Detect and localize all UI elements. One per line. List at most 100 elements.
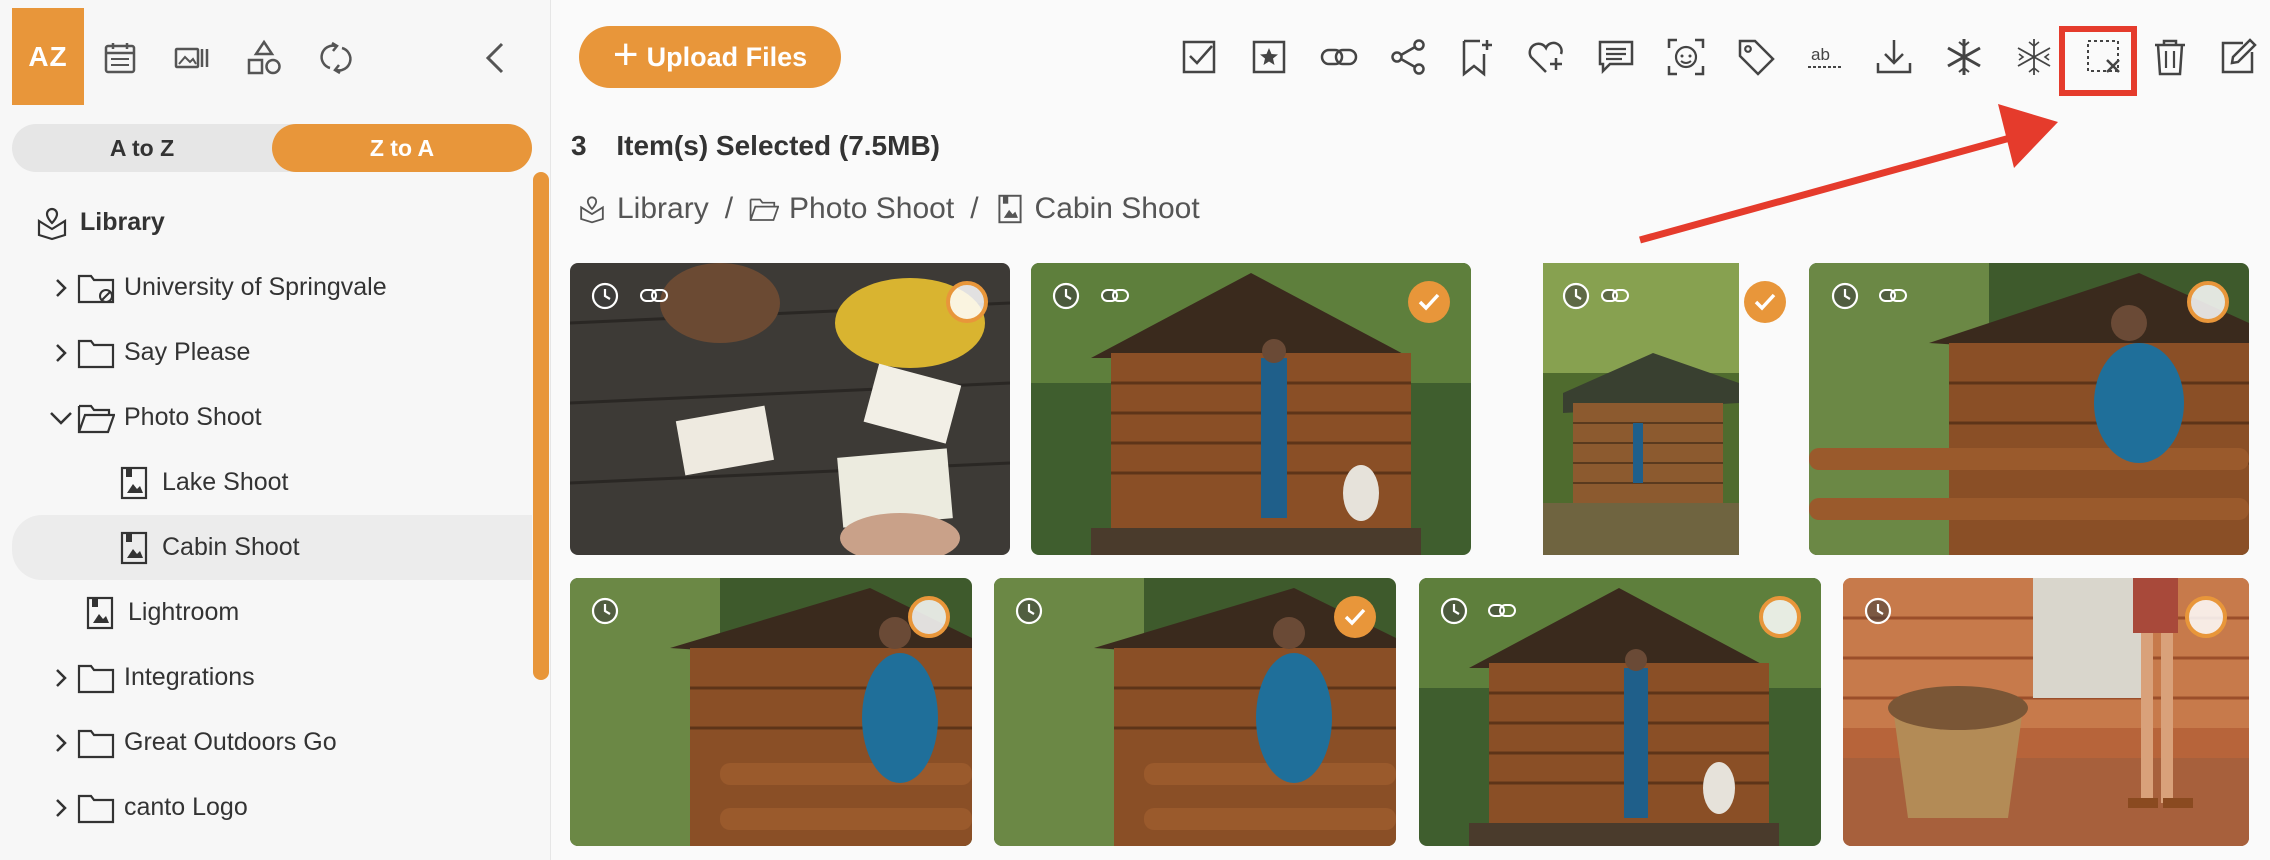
tree-item-great-outdoors-go[interactable]: Great Outdoors Go [12, 710, 532, 775]
tree-item-library[interactable]: Library [12, 190, 532, 255]
bookmark-add-button[interactable] [1452, 32, 1502, 82]
tree-item-label: Cabin Shoot [162, 533, 300, 561]
sort-z-to-a[interactable]: Z to A [272, 124, 532, 172]
comment-button[interactable] [1591, 32, 1641, 82]
tree-item-label: University of Springvale [124, 273, 387, 301]
link-badge [636, 282, 672, 310]
select-all-button[interactable] [1174, 32, 1224, 82]
sidebar-scrollbar[interactable] [533, 172, 549, 680]
shared-folder-icon [76, 268, 116, 308]
select-checkbox[interactable] [2185, 596, 2227, 638]
link-button[interactable] [1314, 32, 1364, 82]
folder-open-icon [76, 398, 116, 438]
edit-icon [2221, 38, 2257, 74]
clock-icon [1440, 597, 1468, 625]
calendar-button[interactable] [84, 22, 156, 94]
chevron-right-icon[interactable] [46, 793, 76, 823]
select-checkbox-checked[interactable] [1334, 596, 1376, 638]
select-checkbox[interactable] [908, 596, 950, 638]
clock-badge [1860, 597, 1896, 625]
folder-icon [76, 333, 116, 373]
download-button[interactable] [1869, 32, 1919, 82]
tree-item-canto-logo[interactable]: canto Logo [12, 775, 532, 840]
link-icon [1320, 48, 1358, 66]
breadcrumb-library[interactable]: Library [617, 192, 709, 226]
freeze-icon [1947, 39, 1981, 75]
trash-icon [2155, 39, 2185, 76]
az-sort-button[interactable]: AZ [12, 8, 84, 105]
selection-summary: 3 Item(s) Selected (7.5MB) [571, 130, 940, 162]
select-checkbox[interactable] [1759, 596, 1801, 638]
folder-open-icon [749, 198, 780, 221]
tree-item-university-of-springvale[interactable]: University of Springvale [12, 255, 532, 320]
tree-item-label: Library [80, 208, 165, 236]
gallery-button[interactable] [156, 22, 228, 94]
link-badge [1484, 597, 1520, 625]
star-icon [1252, 40, 1286, 74]
chevron-right-icon[interactable] [46, 338, 76, 368]
clock-badge [1558, 282, 1594, 310]
tree-item-label: Lake Shoot [162, 468, 289, 496]
folder-tree: Library University of Springvale Say Ple… [12, 190, 532, 840]
tree-item-label: Photo Shoot [124, 403, 262, 431]
album-icon [114, 463, 154, 503]
unfreeze-button[interactable] [2009, 32, 2059, 82]
sort-a-to-z[interactable]: A to Z [12, 124, 272, 172]
az-sort-icon: AZ [28, 40, 68, 72]
unfreeze-icon [2017, 39, 2051, 75]
select-all-icon [1182, 40, 1216, 74]
tree-item-lightroom[interactable]: Lightroom [12, 580, 532, 645]
delete-button[interactable] [2145, 32, 2195, 82]
clock-badge [1011, 597, 1047, 625]
shapes-button[interactable] [228, 22, 300, 94]
tree-item-lake-shoot[interactable]: Lake Shoot [12, 450, 532, 515]
breadcrumb-photo-shoot[interactable]: Photo Shoot [789, 192, 954, 226]
breadcrumb-separator: / [970, 192, 979, 225]
breadcrumb-cabin-shoot: Cabin Shoot [1034, 192, 1200, 225]
star-button[interactable] [1244, 32, 1294, 82]
collapse-sidebar-button[interactable] [460, 22, 532, 94]
upload-files-button[interactable]: + Upload Files [579, 26, 841, 88]
tag-button[interactable] [1731, 32, 1781, 82]
edit-button[interactable] [2213, 32, 2263, 82]
chevron-right-icon[interactable] [46, 663, 76, 693]
chevron-down-icon[interactable] [46, 403, 76, 433]
clock-badge [1827, 282, 1863, 310]
share-icon [1391, 39, 1425, 75]
folder-icon [76, 788, 116, 828]
tree-item-photo-shoot[interactable]: Photo Shoot [12, 385, 532, 450]
select-checkbox[interactable] [2187, 281, 2229, 323]
clock-icon [591, 597, 619, 625]
tree-item-cabin-shoot[interactable]: Cabin Shoot [12, 515, 532, 580]
share-button[interactable] [1383, 32, 1433, 82]
main-panel: + Upload Files ab 3 Item(s) Selected (7.… [551, 0, 2270, 860]
chevron-right-icon[interactable] [46, 728, 76, 758]
freeze-button[interactable] [1939, 32, 1989, 82]
select-checkbox-checked[interactable] [1744, 281, 1786, 323]
tree-item-integrations[interactable]: Integrations [12, 645, 532, 710]
tree-item-label: Say Please [124, 338, 251, 366]
link-badge [1097, 282, 1133, 310]
selection-text: Item(s) Selected (7.5MB) [616, 130, 940, 161]
tree-item-label: canto Logo [124, 793, 248, 821]
link-icon [1488, 604, 1516, 617]
clock-icon [1831, 282, 1859, 310]
chevron-right-icon[interactable] [46, 273, 76, 303]
clock-badge [587, 597, 623, 625]
select-checkbox-checked[interactable] [1408, 281, 1450, 323]
select-checkbox[interactable] [946, 281, 988, 323]
refresh-button[interactable] [300, 22, 372, 94]
favorite-button[interactable] [1521, 32, 1571, 82]
breadcrumb-separator: / [724, 192, 734, 225]
rename-button[interactable]: ab [1800, 32, 1850, 82]
plus-icon: + [612, 30, 639, 79]
tree-item-say-please[interactable]: Say Please [12, 320, 532, 385]
album-icon [80, 593, 120, 633]
sidebar: AZ A to Z Z to A Library University of S… [0, 0, 551, 860]
link-icon [640, 289, 668, 302]
download-icon [1876, 40, 1912, 74]
face-recognition-button[interactable] [1661, 32, 1711, 82]
refresh-icon [320, 41, 352, 75]
rename-icon: ab [1808, 45, 1842, 68]
svg-text:ab: ab [1811, 45, 1830, 64]
